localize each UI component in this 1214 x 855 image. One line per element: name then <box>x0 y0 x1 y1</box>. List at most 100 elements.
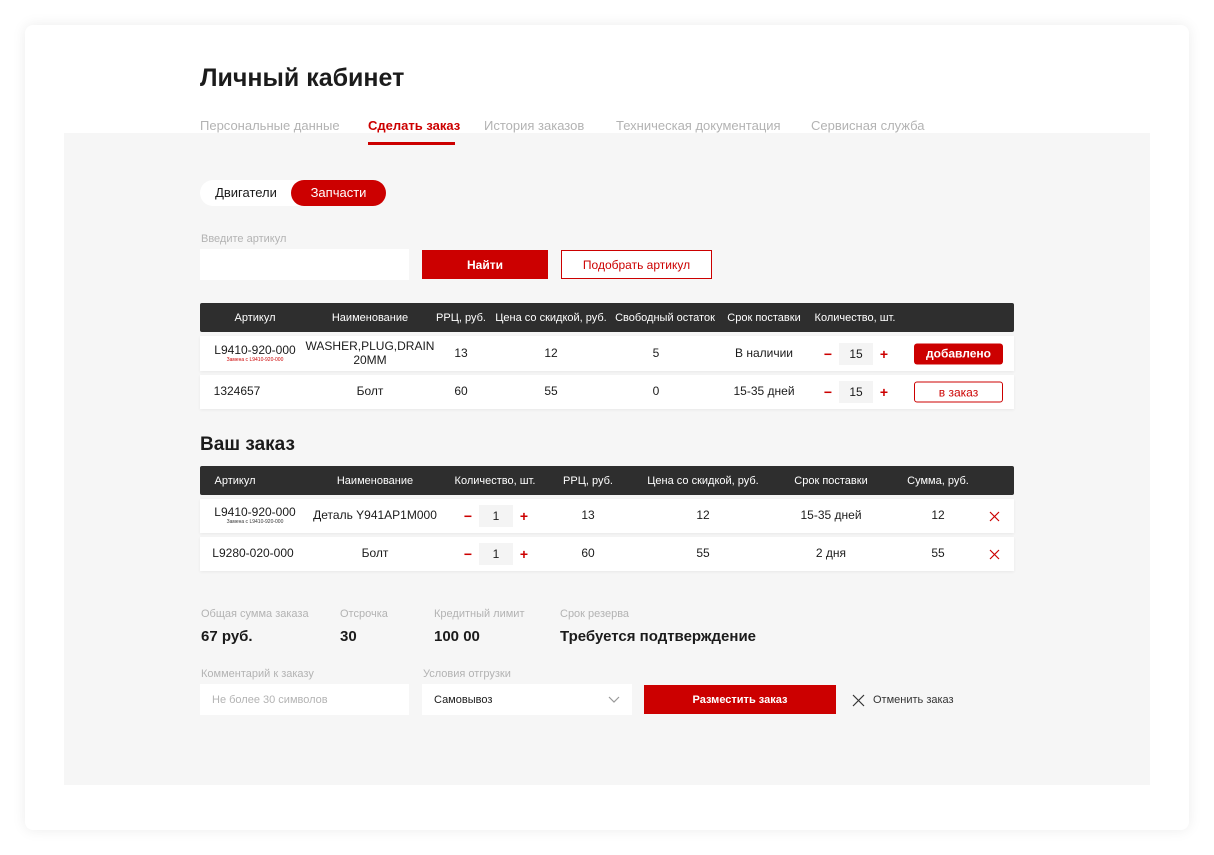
row-delivery: 15-35 дней <box>733 384 795 399</box>
active-tab-indicator <box>368 142 455 145</box>
toggle-parts[interactable]: Запчасти <box>291 180 386 206</box>
tab-service[interactable]: Сервисная служба <box>811 118 925 133</box>
row-delivery: В наличии <box>734 345 793 360</box>
plus-icon[interactable]: + <box>873 381 895 403</box>
category-toggle: Двигатели Запчасти <box>200 180 386 206</box>
tab-order-history[interactable]: История заказов <box>484 118 584 133</box>
order-title: Ваш заказ <box>200 434 295 455</box>
row-discount-price: 12 <box>696 508 710 523</box>
shipping-label: Условия отгрузки <box>423 668 511 680</box>
remove-item-icon[interactable] <box>987 509 1001 523</box>
cancel-order-label: Отменить заказ <box>873 694 954 706</box>
row-sum: 55 <box>931 546 945 561</box>
row-sum: 12 <box>931 508 945 523</box>
chevron-down-icon <box>608 696 620 703</box>
total-label: Общая сумма заказа <box>201 608 309 620</box>
quantity-value[interactable]: 15 <box>839 342 873 365</box>
row-rrp: 13 <box>581 508 595 523</box>
tab-make-order[interactable]: Сделать заказ <box>368 118 460 133</box>
shipping-value: Самовывоз <box>434 693 493 706</box>
place-order-button[interactable]: Разместить заказ <box>644 685 836 714</box>
col-discount-price: Цена со скидкой, руб. <box>495 311 607 324</box>
results-row: 1324657 Болт 60 55 0 15-35 дней − 15 + в… <box>200 375 1014 409</box>
comment-input[interactable] <box>200 684 409 715</box>
total-value: 67 руб. <box>201 628 253 645</box>
col-discount-price: Цена со скидкой, руб. <box>647 474 759 487</box>
plus-icon[interactable]: + <box>513 543 535 565</box>
row-rrp: 13 <box>454 345 468 360</box>
added-button[interactable]: добавлено <box>914 343 1003 364</box>
quantity-value[interactable]: 1 <box>479 505 513 527</box>
row-rrp: 60 <box>454 384 468 399</box>
quantity-stepper: − 1 + <box>457 543 535 565</box>
col-name: Наименование <box>331 311 409 324</box>
col-quantity: Количество, шт. <box>454 474 536 487</box>
tab-personal-data[interactable]: Персональные данные <box>200 118 340 133</box>
row-delivery: 15-35 дней <box>800 508 862 523</box>
col-quantity: Количество, шт. <box>814 311 896 324</box>
row-discount-price: 55 <box>696 546 710 561</box>
results-row: L9410-920-000 Замена с L9410-920-000 WAS… <box>200 336 1014 371</box>
col-article: Артикул <box>214 474 256 487</box>
credit-limit-value: 100 00 <box>434 628 480 645</box>
tab-tech-docs[interactable]: Техническая документация <box>616 118 781 133</box>
row-delivery: 2 дня <box>815 546 847 561</box>
shipping-select[interactable]: Самовывоз <box>422 684 632 715</box>
reserve-value: Требуется подтверждение <box>560 628 757 645</box>
find-button[interactable]: Найти <box>422 250 548 279</box>
minus-icon[interactable]: − <box>457 505 479 527</box>
col-delivery: Срок поставки <box>727 311 801 324</box>
col-rrp: РРЦ, руб. <box>563 474 613 487</box>
row-name: WASHER,PLUG,DRAIN 20MM <box>305 339 435 367</box>
article-number: L9280-020-000 <box>212 546 294 561</box>
page-title: Личный кабинет <box>200 64 405 92</box>
article-number: L9410-920-000 <box>214 505 296 520</box>
plus-icon[interactable]: + <box>873 342 895 365</box>
row-discount-price: 12 <box>544 345 558 360</box>
col-rrp: РРЦ, руб. <box>436 311 486 324</box>
remove-item-icon[interactable] <box>987 547 1001 561</box>
pick-article-button[interactable]: Подобрать артикул <box>561 250 712 279</box>
row-article: 1324657 <box>200 375 274 409</box>
article-number: L9410-920-000 <box>214 342 296 357</box>
row-article: L9410-920-000 Замена с L9410-920-000 <box>200 336 310 371</box>
row-rrp: 60 <box>581 546 595 561</box>
search-label: Введите артикул <box>201 233 287 245</box>
plus-icon[interactable]: + <box>513 505 535 527</box>
row-stock: 0 <box>652 384 660 399</box>
col-sum: Сумма, руб. <box>907 474 969 487</box>
add-to-order-button[interactable]: в заказ <box>914 381 1003 403</box>
order-table-header: Артикул Наименование Количество, шт. РРЦ… <box>200 466 1014 495</box>
article-search-input[interactable] <box>200 249 409 280</box>
row-name: Болт <box>361 546 389 561</box>
reserve-label: Срок резерва <box>560 608 630 620</box>
row-name: Деталь Y941AP1M000 <box>313 508 437 523</box>
row-article: L9410-920-000 Замена с L9410-920-000 <box>200 499 310 533</box>
quantity-value[interactable]: 15 <box>839 381 873 403</box>
comment-label: Комментарий к заказу <box>201 668 314 680</box>
col-stock: Свободный остаток <box>615 311 715 324</box>
cancel-order-link[interactable]: Отменить заказ <box>852 690 954 710</box>
article-number: 1324657 <box>213 384 261 399</box>
col-name: Наименование <box>336 474 414 487</box>
close-icon <box>852 694 865 707</box>
row-discount-price: 55 <box>544 384 558 399</box>
row-stock: 5 <box>652 345 660 360</box>
quantity-value[interactable]: 1 <box>479 543 513 565</box>
quantity-stepper: − 15 + <box>817 342 895 365</box>
replacement-note: Замена с L9410-920-000 <box>226 356 284 363</box>
quantity-stepper: − 15 + <box>817 381 895 403</box>
results-table-header: Артикул Наименование РРЦ, руб. Цена со с… <box>200 303 1014 332</box>
minus-icon[interactable]: − <box>817 381 839 403</box>
minus-icon[interactable]: − <box>457 543 479 565</box>
toggle-engines[interactable]: Двигатели <box>200 180 292 206</box>
minus-icon[interactable]: − <box>817 342 839 365</box>
order-row: L9280-020-000 Болт − 1 + 60 55 2 дня 55 <box>200 537 1014 571</box>
col-delivery: Срок поставки <box>794 474 868 487</box>
col-article: Артикул <box>234 311 276 324</box>
row-name: Болт <box>356 384 384 399</box>
row-article: L9280-020-000 <box>200 537 306 571</box>
replacement-note: Замена с L9410-920-000 <box>226 519 284 526</box>
order-row: L9410-920-000 Замена с L9410-920-000 Дет… <box>200 499 1014 533</box>
credit-limit-label: Кредитный лимит <box>434 608 525 620</box>
